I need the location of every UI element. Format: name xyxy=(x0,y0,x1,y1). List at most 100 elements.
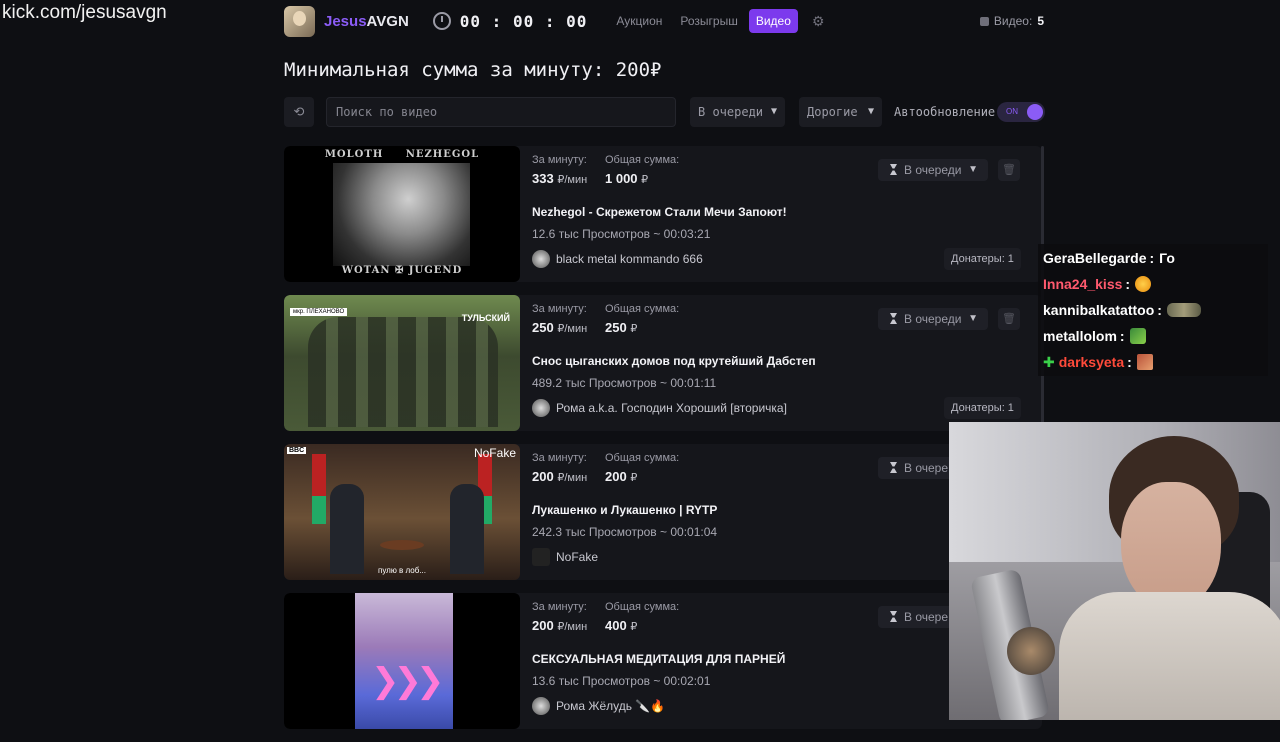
video-meta: 242.3 тыс Просмотров ~ 00:01:04 xyxy=(532,525,718,539)
timer-display: 00 : 00 : 00 xyxy=(459,11,588,31)
video-title[interactable]: Nezhegol - Скрежетом Стали Мечи Запоют! xyxy=(532,205,787,219)
author-name: Рома a.k.a. Господин Хороший [вторичка] xyxy=(556,401,787,415)
thumbnail-image xyxy=(333,163,470,266)
video-card[interactable]: мкр. ПЛЕХАНОВО ТУЛЬСКИЙ За минуту: 250 ₽… xyxy=(284,295,1042,431)
per-minute-value: 200 xyxy=(532,469,554,484)
stream-watermark: kick.com/jesusavgn xyxy=(2,2,167,23)
per-minute-unit: ₽/мин xyxy=(557,323,588,335)
per-minute-unit: ₽/мин xyxy=(557,174,588,186)
author-name: Рома Жёлудь 🔪🔥 xyxy=(556,699,666,713)
video-meta: 13.6 тыс Просмотров ~ 00:02:01 xyxy=(532,674,711,688)
webcam-person-body xyxy=(1059,592,1280,720)
total-label: Общая сумма: xyxy=(605,154,680,166)
refresh-icon: ⟲ xyxy=(293,104,305,119)
toggle-knob xyxy=(1027,104,1043,120)
amounts: За минуту: 200 ₽/мин Общая сумма: 400 ₽ xyxy=(532,601,732,637)
video-author: black metal kommando 666 xyxy=(532,250,703,268)
author-avatar xyxy=(532,548,550,566)
author-avatar xyxy=(532,399,550,417)
refresh-button[interactable]: ⟲ xyxy=(284,97,314,127)
queue-filter-select[interactable]: В очереди ▼ xyxy=(690,97,785,127)
thumbnail-logo: NoFake xyxy=(473,446,516,460)
total-value: 400 xyxy=(605,618,627,633)
video-list: MOLOTH NEZHEGOL WOTAN ✠ JUGEND За минуту… xyxy=(284,146,1042,742)
chat-username: Inna24_kiss xyxy=(1043,276,1123,292)
search-input[interactable] xyxy=(326,97,676,127)
total-value: 200 xyxy=(605,469,627,484)
webcam-person-face xyxy=(1121,482,1221,610)
chevron-down-icon: ▼ xyxy=(968,164,978,175)
video-title[interactable]: Снос цыганских домов под крутейший Дабст… xyxy=(532,354,816,368)
per-minute-label: За минуту: xyxy=(532,452,587,464)
thumbnail-table xyxy=(380,540,424,550)
thumbnail-bbc-logo: BBC xyxy=(287,447,307,454)
donors-badge[interactable]: Донатеры: 1 xyxy=(944,248,1021,270)
video-meta: 12.6 тыс Просмотров ~ 00:03:21 xyxy=(532,227,711,241)
chat-separator: : xyxy=(1149,250,1155,266)
currency: ₽ xyxy=(641,174,649,186)
video-card[interactable]: MOLOTH NEZHEGOL WOTAN ✠ JUGEND За минуту… xyxy=(284,146,1042,282)
thumbnail-tag: мкр. ПЛЕХАНОВО xyxy=(290,308,348,316)
emote-icon xyxy=(1135,276,1152,292)
video-thumbnail[interactable]: BBC NoFake пулю в лоб... xyxy=(284,444,520,580)
tab-video[interactable]: Видео xyxy=(748,9,798,33)
channel-name: JesusAVGN xyxy=(324,13,409,30)
video-thumbnail[interactable]: ❯❯❯ xyxy=(284,593,520,729)
currency: ₽ xyxy=(630,472,638,484)
emote-icon xyxy=(1136,354,1153,370)
video-count-label: Видео: xyxy=(993,14,1033,28)
video-title[interactable]: Лукашенко и Лукашенко | RYTP xyxy=(532,503,717,517)
hourglass-icon xyxy=(890,313,897,324)
auto-update-toggle[interactable]: ON xyxy=(997,102,1045,122)
tab-auction[interactable]: Аукцион xyxy=(609,9,669,33)
video-count-value: 5 xyxy=(1037,14,1044,28)
author-avatar xyxy=(532,697,550,715)
status-value: В очереди xyxy=(904,163,962,177)
video-author: Рома Жёлудь 🔪🔥 xyxy=(532,697,665,715)
chat-message: Inna24_kiss: xyxy=(1043,274,1152,294)
thumbnail-caption-left: MOLOTH xyxy=(324,149,384,160)
hourglass-icon xyxy=(890,164,897,175)
gear-icon[interactable]: ⚙ xyxy=(812,13,825,30)
thumbnail-image: ❯❯❯ xyxy=(355,593,453,729)
thumbnail-person xyxy=(330,484,364,574)
video-card[interactable]: ❯❯❯ За минуту: 200 ₽/мин Общая сумма: 40… xyxy=(284,593,1042,729)
video-card[interactable]: BBC NoFake пулю в лоб... За минуту: 200 … xyxy=(284,444,1042,580)
chat-username: metallolom xyxy=(1043,328,1117,344)
amounts: За минуту: 250 ₽/мин Общая сумма: 250 ₽ xyxy=(532,303,732,339)
hourglass-icon xyxy=(890,611,897,622)
trash-icon: 🗑 xyxy=(1002,313,1016,325)
chat-separator: : xyxy=(1119,328,1125,344)
total-value: 250 xyxy=(605,320,627,335)
status-select[interactable]: В очереди ▼ xyxy=(878,159,988,181)
status-select[interactable]: В очереди ▼ xyxy=(878,308,988,330)
badge-icon: ✚ xyxy=(1043,353,1055,370)
chat-message: kannibalkatattoo: xyxy=(1043,300,1201,320)
chat-username: kannibalkatattoo xyxy=(1043,302,1155,318)
emote-icon xyxy=(1129,328,1146,344)
video-thumbnail[interactable]: MOLOTH NEZHEGOL WOTAN ✠ JUGEND xyxy=(284,146,520,282)
channel-name-part1: Jesus xyxy=(324,12,367,30)
video-thumbnail[interactable]: мкр. ПЛЕХАНОВО ТУЛЬСКИЙ xyxy=(284,295,520,431)
video-author: NoFake xyxy=(532,548,598,566)
video-meta: 489.2 тыс Просмотров ~ 00:01:11 xyxy=(532,376,717,390)
delete-button[interactable]: 🗑 xyxy=(998,308,1020,330)
page-title: Минимальная сумма за минуту: 200₽ xyxy=(284,59,662,81)
total-label: Общая сумма: xyxy=(605,452,680,464)
tab-giveaway[interactable]: Розыгрыш xyxy=(673,9,744,33)
chat-overlay: GeraBellegarde: Го Inna24_kiss: kannibalk… xyxy=(1038,244,1268,376)
nav-tabs: Аукцион Розыгрыш Видео xyxy=(609,9,798,33)
channel-avatar xyxy=(284,5,315,37)
per-minute-unit: ₽/мин xyxy=(557,472,588,484)
author-avatar xyxy=(532,250,550,268)
amounts: За минуту: 333 ₽/мин Общая сумма: 1 000 … xyxy=(532,154,732,190)
chevron-down-icon: ▼ xyxy=(770,106,777,117)
sort-select[interactable]: Дорогие ▼ xyxy=(799,97,882,127)
per-minute-label: За минуту: xyxy=(532,154,587,166)
sort-value: Дорогие xyxy=(807,105,858,119)
video-title[interactable]: СЕКСУАЛЬНАЯ МЕДИТАЦИЯ ДЛЯ ПАРНЕЙ xyxy=(532,652,785,666)
status-value: В очереди xyxy=(904,312,962,326)
donors-badge[interactable]: Донатеры: 1 xyxy=(944,397,1021,419)
hourglass-icon xyxy=(890,462,897,473)
delete-button[interactable]: 🗑 xyxy=(998,159,1020,181)
